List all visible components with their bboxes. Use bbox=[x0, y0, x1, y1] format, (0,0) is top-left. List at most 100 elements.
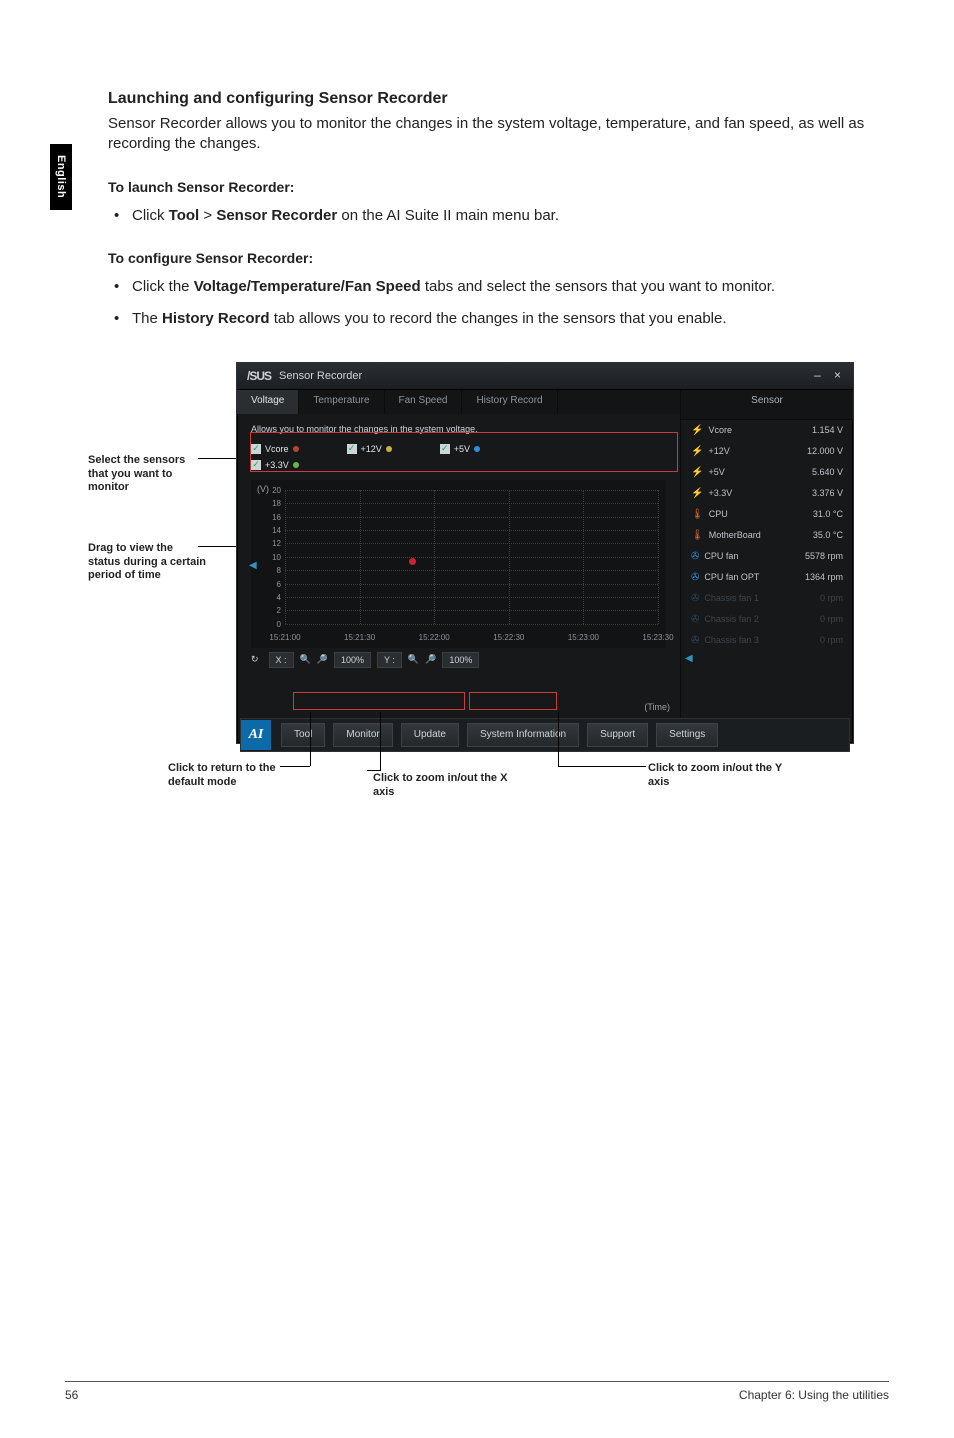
sensor-name: Chassis fan 3 bbox=[704, 635, 759, 645]
x-tick: 15:22:30 bbox=[493, 633, 524, 642]
menu-monitor[interactable]: Monitor bbox=[333, 723, 392, 747]
configure-heading: To configure Sensor Recorder: bbox=[108, 250, 889, 266]
leader-line bbox=[280, 766, 310, 767]
x-tick: 15:21:00 bbox=[269, 633, 300, 642]
bold: Voltage/Temperature/Fan Speed bbox=[194, 278, 421, 295]
section-intro: Sensor Recorder allows you to monitor th… bbox=[108, 114, 889, 155]
sensor-value: 5.640 V bbox=[812, 467, 843, 477]
y-tick: 16 bbox=[261, 513, 281, 522]
sensor-value: 0 rpm bbox=[820, 614, 843, 624]
y-tick: 6 bbox=[261, 580, 281, 589]
sensor-row: ⚡+12V12.000 V bbox=[681, 441, 853, 462]
highlight-box bbox=[250, 432, 678, 472]
sensor-row: ✇CPU fan OPT1364 rpm bbox=[681, 567, 853, 588]
tab-voltage[interactable]: Voltage bbox=[237, 390, 299, 414]
leader-line bbox=[367, 770, 381, 771]
zoom-x-label: X : bbox=[269, 652, 294, 668]
callout-zoom-x: Click to zoom in/out the X axis bbox=[373, 772, 523, 800]
fan-icon: ✇ bbox=[691, 551, 699, 562]
chart-marker bbox=[409, 558, 416, 565]
sensor-value: 0 rpm bbox=[820, 635, 843, 645]
voltage-chart[interactable]: ◀ (V) 2018161412108642015:21:0015:21:301… bbox=[251, 480, 666, 648]
bolt-icon: ⚡ bbox=[691, 467, 703, 478]
bold: Sensor Recorder bbox=[216, 207, 337, 224]
scroll-left-icon[interactable]: ◀ bbox=[681, 651, 853, 666]
y-tick: 0 bbox=[261, 620, 281, 629]
chapter-label: Chapter 6: Using the utilities bbox=[739, 1388, 889, 1402]
therm-icon: 🌡 bbox=[691, 530, 704, 541]
minimize-button[interactable]: – bbox=[810, 369, 825, 383]
close-button[interactable]: × bbox=[830, 369, 845, 383]
leader-line bbox=[380, 712, 381, 770]
page: English Launching and configuring Sensor… bbox=[0, 0, 954, 1438]
sensor-row: ✇CPU fan5578 rpm bbox=[681, 546, 853, 567]
sensor-recorder-window: /SUS Sensor Recorder – × Voltage Tempera… bbox=[236, 362, 854, 744]
x-tick: 15:23:30 bbox=[642, 633, 673, 642]
highlight-box bbox=[469, 692, 557, 710]
menu-support[interactable]: Support bbox=[587, 723, 648, 747]
sensor-name: Chassis fan 1 bbox=[704, 593, 759, 603]
x-tick: 15:23:00 bbox=[568, 633, 599, 642]
fan-icon: ✇ bbox=[691, 593, 699, 604]
text: Click the bbox=[132, 278, 194, 295]
sensor-value: 12.000 V bbox=[807, 446, 843, 456]
tab-bar: Voltage Temperature Fan Speed History Re… bbox=[237, 390, 680, 414]
tab-history-record[interactable]: History Record bbox=[462, 390, 557, 414]
y-tick: 20 bbox=[261, 486, 281, 495]
launch-heading: To launch Sensor Recorder: bbox=[108, 179, 889, 195]
sensor-row: ✇Chassis fan 30 rpm bbox=[681, 630, 853, 651]
fan-icon: ✇ bbox=[691, 572, 699, 583]
tab-fan-speed[interactable]: Fan Speed bbox=[385, 390, 463, 414]
fan-icon: ✇ bbox=[691, 614, 699, 625]
x-unit: (Time) bbox=[644, 702, 670, 712]
sensor-value: 1.154 V bbox=[812, 425, 843, 435]
menu-system-information[interactable]: System Information bbox=[467, 723, 579, 747]
sensor-value: 0 rpm bbox=[820, 593, 843, 603]
reset-zoom-icon[interactable]: ↺ bbox=[251, 654, 259, 665]
window-title: Sensor Recorder bbox=[279, 370, 362, 382]
configure-item: The History Record tab allows you to rec… bbox=[132, 308, 889, 330]
y-tick: 10 bbox=[261, 553, 281, 562]
y-tick: 18 bbox=[261, 499, 281, 508]
menu-tool[interactable]: Tool bbox=[281, 723, 325, 747]
text: on the AI Suite II main menu bar. bbox=[337, 207, 559, 224]
text: tabs and select the sensors that you wan… bbox=[421, 278, 775, 295]
y-tick: 2 bbox=[261, 606, 281, 615]
page-number: 56 bbox=[65, 1388, 78, 1402]
language-tab: English bbox=[50, 144, 72, 210]
tab-temperature[interactable]: Temperature bbox=[299, 390, 384, 414]
sensor-name: Chassis fan 2 bbox=[704, 614, 759, 624]
leader-line bbox=[310, 712, 311, 766]
sensor-name: +5V bbox=[708, 467, 724, 477]
zoom-in-x-icon[interactable]: 🔍 bbox=[300, 654, 311, 665]
titlebar: /SUS Sensor Recorder – × bbox=[237, 363, 853, 390]
sensor-side-panel: Sensor ⚡Vcore1.154 V⚡+12V12.000 V ⚡ +5V 5.6… bbox=[680, 390, 853, 744]
bold: Tool bbox=[169, 207, 200, 224]
zoom-in-y-icon[interactable]: 🔍 bbox=[408, 654, 419, 665]
asus-logo: /SUS bbox=[247, 369, 271, 383]
zoom-out-y-icon[interactable]: 🔎 bbox=[425, 654, 436, 665]
y-tick: 8 bbox=[261, 566, 281, 575]
text: Click bbox=[132, 207, 169, 224]
ai-suite-logo[interactable]: AI bbox=[241, 720, 271, 750]
sensor-row: ✇ Chassis fan 2 0 rpm bbox=[681, 609, 853, 630]
callout-drag-view: Drag to view the status during a certain… bbox=[88, 542, 208, 583]
menu-settings[interactable]: Settings bbox=[656, 723, 718, 747]
menu-update[interactable]: Update bbox=[401, 723, 459, 747]
y-tick: 4 bbox=[261, 593, 281, 602]
zoom-x-value: 100% bbox=[334, 652, 371, 668]
callout-select-sensors: Select the sensors that you want to moni… bbox=[88, 454, 208, 495]
sensor-row: ⚡Vcore1.154 V bbox=[681, 420, 853, 441]
zoom-out-x-icon[interactable]: 🔎 bbox=[317, 654, 328, 665]
sensor-value: 35.0 °C bbox=[813, 530, 843, 540]
sensor-name: CPU fan bbox=[704, 551, 738, 561]
leader-line bbox=[558, 766, 646, 767]
sensor-row: 🌡MotherBoard35.0 °C bbox=[681, 525, 853, 546]
highlight-box bbox=[293, 692, 465, 710]
x-tick: 15:21:30 bbox=[344, 633, 375, 642]
scroll-left-icon[interactable]: ◀ bbox=[249, 560, 257, 571]
text: The bbox=[132, 310, 162, 327]
bold: History Record bbox=[162, 310, 270, 327]
sensor-panel-header: Sensor bbox=[681, 390, 853, 420]
sensor-name: CPU fan OPT bbox=[704, 572, 759, 582]
